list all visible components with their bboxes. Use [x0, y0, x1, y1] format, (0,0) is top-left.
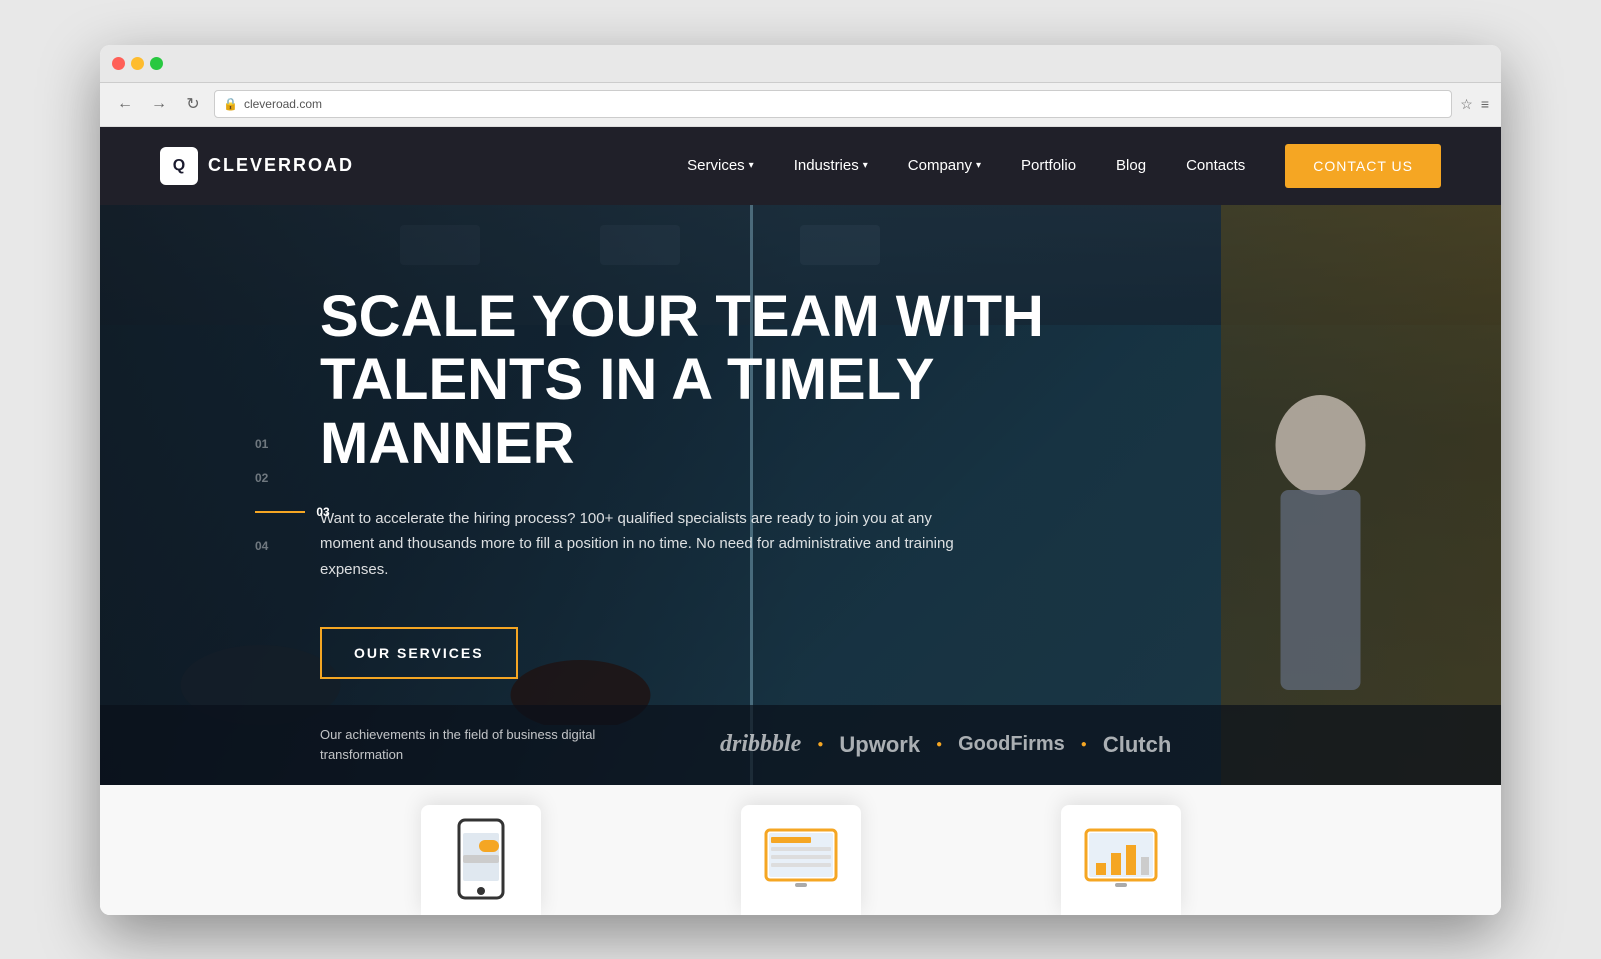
refresh-button[interactable]: ↻ — [180, 91, 206, 117]
nav-item-services[interactable]: Services ▾ — [687, 157, 754, 174]
dot-separator-1: ● — [817, 739, 823, 750]
lock-icon: 🔒 — [223, 97, 238, 111]
nav-link-services[interactable]: Services ▾ — [687, 157, 754, 174]
dot-separator-2: ● — [936, 739, 942, 750]
address-text: cleveroad.com — [244, 97, 322, 111]
browser-titlebar — [100, 45, 1501, 83]
achievement-text: Our achievements in the field of busines… — [320, 725, 600, 764]
chevron-down-icon: ▾ — [976, 160, 981, 171]
chevron-down-icon: ▾ — [863, 160, 868, 171]
nav-links: Services ▾ Industries ▾ Company ▾ — [687, 144, 1441, 188]
nav-item-contact-cta[interactable]: CONTACT US — [1285, 144, 1441, 188]
navbar: Q CLEVERROAD Services ▾ Industries ▾ — [100, 127, 1501, 205]
logo-link[interactable]: Q CLEVERROAD — [160, 147, 354, 185]
hero-content: SCALE YOUR TEAM WITH TALENTS IN A TIMELY… — [100, 205, 1501, 680]
browser-toolbar: ← → ↻ 🔒 cleveroad.com ☆ ≡ — [100, 83, 1501, 127]
nav-item-contacts[interactable]: Contacts — [1186, 157, 1245, 174]
clutch-logo: Clutch — [1103, 732, 1171, 758]
goodfirms-logo: GoodFirms — [958, 733, 1065, 756]
back-button[interactable]: ← — [112, 91, 138, 117]
menu-icon[interactable]: ≡ — [1481, 96, 1489, 112]
bookmark-icon[interactable]: ☆ — [1460, 96, 1473, 113]
nav-link-portfolio[interactable]: Portfolio — [1021, 157, 1076, 174]
below-fold-section — [100, 785, 1501, 915]
logo-text: CLEVERROAD — [208, 155, 354, 176]
close-button[interactable] — [112, 57, 125, 70]
minimize-button[interactable] — [131, 57, 144, 70]
dribbble-logo: dribbble — [720, 731, 801, 758]
nav-item-industries[interactable]: Industries ▾ — [794, 157, 868, 174]
nav-item-company[interactable]: Company ▾ — [908, 157, 981, 174]
nav-link-contacts[interactable]: Contacts — [1186, 157, 1245, 174]
phone-icon — [451, 815, 511, 905]
hero-bottom-bar: Our achievements in the field of busines… — [100, 705, 1501, 785]
website-content: Q CLEVERROAD Services ▾ Industries ▾ — [100, 127, 1501, 915]
service-preview-3 — [1061, 805, 1181, 915]
analytics-icon — [1081, 825, 1161, 895]
nav-item-portfolio[interactable]: Portfolio — [1021, 157, 1076, 174]
nav-item-blog[interactable]: Blog — [1116, 157, 1146, 174]
hero-section: 01 02 03 04 SCALE YOUR TEAM WITH TALENTS… — [100, 205, 1501, 785]
chevron-down-icon: ▾ — [749, 160, 754, 171]
address-bar[interactable]: 🔒 cleveroad.com — [214, 90, 1452, 118]
maximize-button[interactable] — [150, 57, 163, 70]
hero-description: Want to accelerate the hiring process? 1… — [320, 506, 970, 583]
traffic-lights — [112, 57, 163, 70]
dot-separator-3: ● — [1081, 739, 1087, 750]
upwork-logo: Upwork — [839, 732, 920, 758]
forward-button[interactable]: → — [146, 91, 172, 117]
nav-link-company[interactable]: Company ▾ — [908, 157, 981, 174]
hero-cta-button[interactable]: OUR SERVICES — [320, 627, 518, 679]
contact-us-button[interactable]: CONTACT US — [1285, 144, 1441, 188]
tablet-icon — [761, 825, 841, 895]
hero-title: SCALE YOUR TEAM WITH TALENTS IN A TIMELY… — [320, 285, 1120, 476]
nav-link-blog[interactable]: Blog — [1116, 157, 1146, 174]
service-preview-1 — [421, 805, 541, 915]
service-preview-2 — [741, 805, 861, 915]
nav-link-industries[interactable]: Industries ▾ — [794, 157, 868, 174]
logo-icon: Q — [160, 147, 198, 185]
browser-window: ← → ↻ 🔒 cleveroad.com ☆ ≡ Q CLEVERROAD S… — [100, 45, 1501, 915]
partners-logos: dribbble ● Upwork ● GoodFirms ● Clutch — [720, 731, 1171, 758]
